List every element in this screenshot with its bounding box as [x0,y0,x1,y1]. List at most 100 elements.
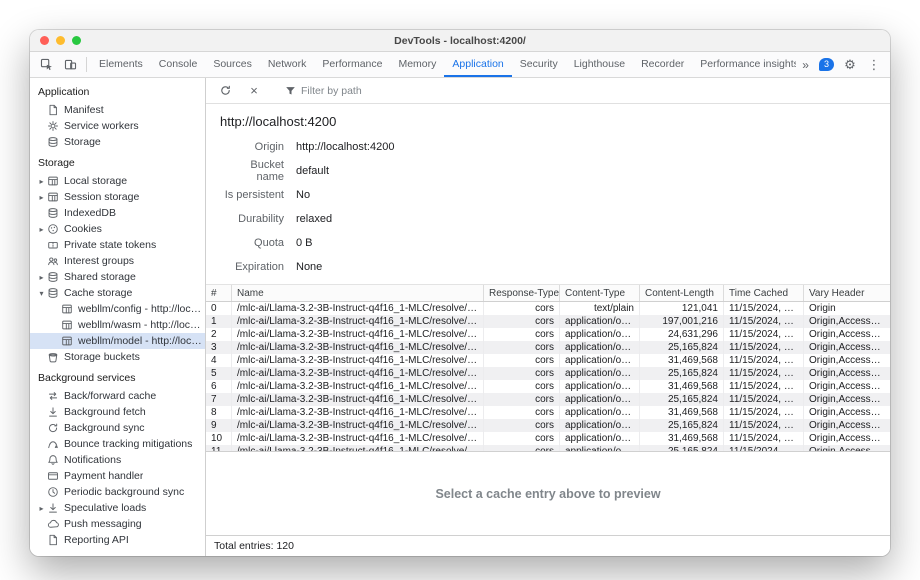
sidebar-item[interactable]: Payment handler [30,468,205,484]
sidebar-item[interactable]: Periodic background sync [30,484,205,500]
column-header[interactable]: Content-Type [560,285,640,301]
cell-name: /mlc-ai/Llama-3.2-3B-Instruct-q4f16_1-ML… [232,341,484,354]
sidebar-item[interactable]: Background sync [30,420,205,436]
table-row[interactable]: 3 /mlc-ai/Llama-3.2-3B-Instruct-q4f16_1-… [206,341,890,354]
table-row[interactable]: 1 /mlc-ai/Llama-3.2-3B-Instruct-q4f16_1-… [206,315,890,328]
expand-arrow-icon[interactable]: ▸ [36,193,47,202]
cell-content-type: application/oc… [560,328,640,341]
cell-response-type: cors [484,393,560,406]
sidebar-item[interactable]: ▸ Local storage [30,173,205,189]
sidebar-item[interactable]: Storage [30,134,205,150]
cell-time-cached: 11/15/2024, 10… [724,393,804,406]
column-header[interactable]: Content-Length [640,285,724,301]
detail-row: Durability relaxed [206,207,890,231]
sidebar-item[interactable]: Storage buckets [30,349,205,365]
sidebar-item[interactable]: ▸ Session storage [30,189,205,205]
device-toolbar-icon[interactable] [58,52,82,77]
sidebar-item[interactable]: ▸ Cookies [30,221,205,237]
sidebar-section-title[interactable]: Application [30,81,205,102]
column-header[interactable]: # [206,285,232,301]
column-header[interactable]: Response-Type [484,285,560,301]
tab-label: Performance [322,58,382,70]
sidebar-item[interactable]: Interest groups [30,253,205,269]
devtools-tab[interactable]: Elements [91,52,151,77]
sidebar-section: Background services Back/forward cache B… [30,365,205,548]
table-row[interactable]: 9 /mlc-ai/Llama-3.2-3B-Instruct-q4f16_1-… [206,419,890,432]
devtools-tab[interactable]: Recorder [633,52,692,77]
tree-item-icon [47,502,59,514]
table-row[interactable]: 6 /mlc-ai/Llama-3.2-3B-Instruct-q4f16_1-… [206,380,890,393]
filter-by-path-input[interactable]: Filter by path [285,85,362,97]
sidebar-item[interactable]: ▸ Speculative loads [30,500,205,516]
devtools-tab[interactable]: Performance [314,52,390,77]
delete-selected-button[interactable]: × [242,84,266,97]
cell-content-type: application/oc… [560,315,640,328]
sidebar-item[interactable]: ▸ Shared storage [30,269,205,285]
tab-label: Memory [398,58,436,70]
column-header[interactable]: Time Cached [724,285,804,301]
sidebar-item[interactable]: Push messaging [30,516,205,532]
tree-item-icon [47,518,59,530]
table-row[interactable]: 8 /mlc-ai/Llama-3.2-3B-Instruct-q4f16_1-… [206,406,890,419]
refresh-button[interactable] [213,84,237,97]
detail-label: Quota [220,237,284,249]
table-row[interactable]: 2 /mlc-ai/Llama-3.2-3B-Instruct-q4f16_1-… [206,328,890,341]
sidebar-item[interactable]: ▾ Cache storage [30,285,205,301]
expand-arrow-icon[interactable]: ▸ [36,225,47,234]
tree-item-icon [47,422,59,434]
tree-item-icon [47,175,59,187]
cell-index: 1 [206,315,232,328]
sidebar-section-title[interactable]: Storage [30,150,205,173]
table-row[interactable]: 0 /mlc-ai/Llama-3.2-3B-Instruct-q4f16_1-… [206,302,890,315]
sidebar-item[interactable]: Manifest [30,102,205,118]
more-options-icon[interactable]: ⋮ [862,52,886,77]
sidebar-item[interactable]: Private state tokens [30,237,205,253]
column-header[interactable]: Name [232,285,484,301]
sidebar-item[interactable]: webllm/config - http://loc… [30,301,205,317]
issues-counter[interactable]: 3 [815,52,838,77]
devtools-tab[interactable]: Application [444,52,511,77]
devtools-tab[interactable]: Sources [205,52,260,77]
sidebar-item[interactable]: webllm/wasm - http://loca… [30,317,205,333]
expand-arrow-icon[interactable]: ▸ [36,177,47,186]
cell-vary-header: Origin,Access… [804,328,890,341]
devtools-tabbar: Elements Console Sources Network Perform… [30,52,890,78]
inspect-element-icon[interactable] [34,52,58,77]
expand-arrow-icon[interactable]: ▸ [36,504,47,513]
table-row[interactable]: 4 /mlc-ai/Llama-3.2-3B-Instruct-q4f16_1-… [206,354,890,367]
cell-response-type: cors [484,302,560,315]
detail-row: Is persistent No [206,183,890,207]
devtools-tab[interactable]: Console [151,52,206,77]
settings-gear-icon[interactable]: ⚙ [838,52,862,77]
sidebar-item[interactable]: Notifications [30,452,205,468]
sidebar-section-title[interactable]: Background services [30,365,205,388]
sidebar-item[interactable]: Service workers [30,118,205,134]
devtools-tab[interactable]: Network [260,52,315,77]
expand-arrow-icon[interactable]: ▸ [36,273,47,282]
overflow-chevron-icon[interactable]: » [796,52,815,77]
cell-vary-header: Origin,Access… [804,432,890,445]
tree-item-icon [47,406,59,418]
devtools-tab[interactable]: Memory [390,52,444,77]
sidebar-item[interactable]: webllm/model - http://loc… [30,333,205,349]
window-title: DevTools - localhost:4200/ [30,35,890,47]
tree-item-icon [47,239,59,251]
sidebar-item[interactable]: IndexedDB [30,205,205,221]
cell-content-length: 121,041 [640,302,724,315]
expand-arrow-icon[interactable]: ▾ [36,289,47,298]
sidebar-item[interactable]: Reporting API [30,532,205,548]
cell-response-type: cors [484,406,560,419]
table-row[interactable]: 10 /mlc-ai/Llama-3.2-3B-Instruct-q4f16_1… [206,432,890,445]
column-header[interactable]: Vary Header [804,285,890,301]
table-row[interactable]: 7 /mlc-ai/Llama-3.2-3B-Instruct-q4f16_1-… [206,393,890,406]
cell-time-cached: 11/15/2024, 10… [724,328,804,341]
cell-response-type: cors [484,328,560,341]
sidebar-item[interactable]: Background fetch [30,404,205,420]
tab-label: Recorder [641,58,684,70]
devtools-tab[interactable]: Lighthouse [566,52,633,77]
devtools-tab[interactable]: Security [512,52,566,77]
sidebar-item[interactable]: Bounce tracking mitigations [30,436,205,452]
devtools-tab[interactable]: Performance insights [692,52,796,77]
table-row[interactable]: 5 /mlc-ai/Llama-3.2-3B-Instruct-q4f16_1-… [206,367,890,380]
sidebar-item[interactable]: Back/forward cache [30,388,205,404]
